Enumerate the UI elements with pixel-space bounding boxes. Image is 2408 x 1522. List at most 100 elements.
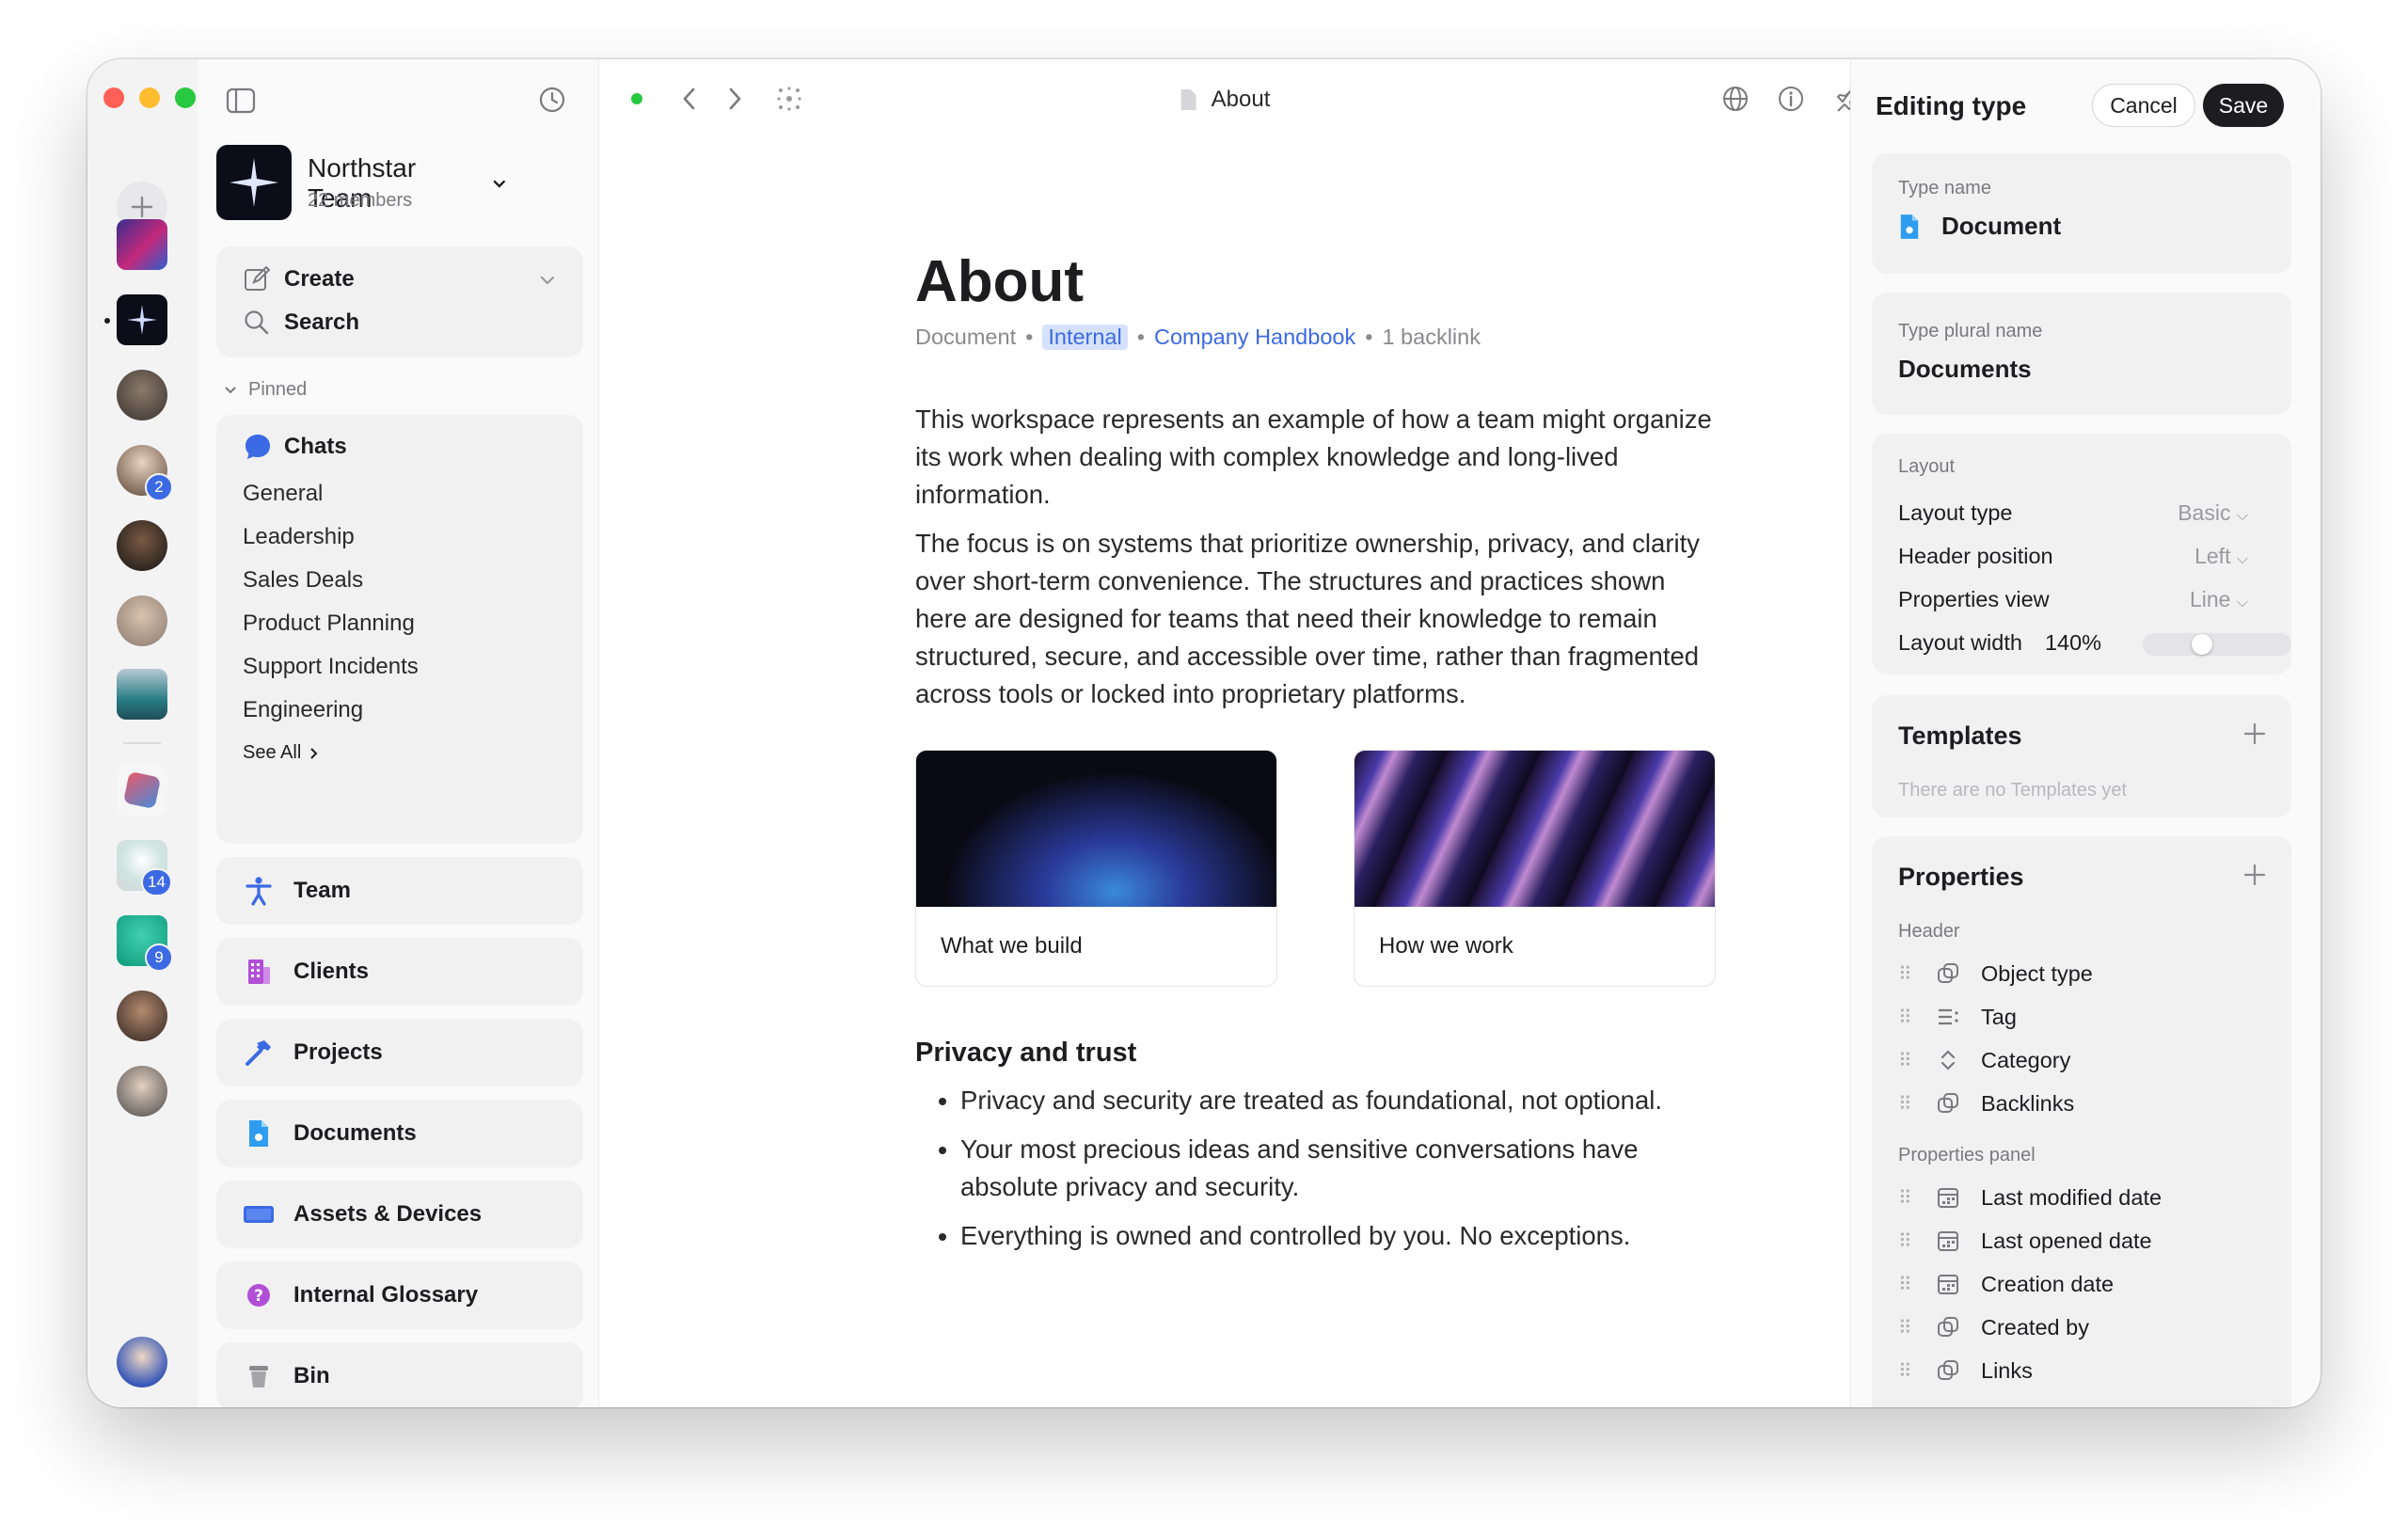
header-position-row[interactable]: Header position Left ⌵ [1898, 537, 2274, 575]
chat-item-engineering[interactable]: Engineering [243, 697, 363, 723]
header-position-select[interactable]: Left ⌵ [2194, 544, 2248, 569]
type-name-field[interactable]: Document [1898, 212, 2061, 241]
drag-handle-icon[interactable]: ⠿ [1898, 1092, 1915, 1116]
chat-item-sales-deals[interactable]: Sales Deals [243, 567, 363, 594]
properties-view-row[interactable]: Properties view Line ⌵ [1898, 580, 2274, 618]
tag-chip[interactable]: Internal [1042, 325, 1128, 350]
workspace-logo[interactable] [216, 145, 292, 220]
space-avatar[interactable]: 2 [117, 445, 173, 501]
info-button[interactable] [1777, 85, 1805, 113]
window-minimize-button[interactable] [139, 87, 160, 108]
save-button[interactable]: Save [2203, 84, 2284, 127]
space-avatar[interactable] [117, 669, 167, 720]
nav-card-team[interactable]: Team [216, 857, 583, 925]
bullet-item[interactable]: Your most precious ideas and sensitive c… [960, 1131, 1724, 1206]
chat-item-leadership[interactable]: Leadership [243, 524, 355, 550]
property-row[interactable]: ⠿ Last modified date [1898, 1179, 2274, 1216]
document-title[interactable]: About [915, 247, 1724, 317]
property-row[interactable]: ⠿ Category [1898, 1041, 2274, 1079]
property-row[interactable]: ⠿ Links [1898, 1352, 2274, 1389]
drag-handle-icon[interactable]: ⠿ [1898, 1229, 1915, 1253]
chat-item-support-incidents[interactable]: Support Incidents [243, 654, 419, 680]
type-name-card[interactable]: Type name Document [1872, 153, 2291, 274]
property-label: Created by [1981, 1314, 2089, 1340]
star-logo-icon [230, 158, 278, 207]
plural-name-card[interactable]: Type plural name Documents [1872, 293, 2291, 415]
nav-card-internal-glossary[interactable]: ? Internal Glossary [216, 1261, 583, 1329]
space-avatar[interactable] [117, 219, 167, 270]
forward-button[interactable] [725, 86, 744, 112]
chevron-down-icon[interactable] [538, 271, 557, 290]
person-icon [246, 877, 272, 906]
space-avatar[interactable] [117, 520, 167, 571]
back-button[interactable] [680, 86, 699, 112]
publish-button[interactable] [1721, 85, 1750, 113]
property-label: Last opened date [1981, 1228, 2152, 1253]
link-card-how-we-work[interactable]: How we work [1354, 750, 1716, 987]
cancel-button[interactable]: Cancel [2092, 84, 2195, 127]
layout-type-select[interactable]: Basic ⌵ [2178, 500, 2248, 526]
linked-object[interactable]: Company Handbook [1154, 325, 1355, 350]
nav-card-projects[interactable]: Projects [216, 1019, 583, 1086]
nav-card-clients[interactable]: Clients [216, 938, 583, 1006]
see-all-link[interactable]: See All [243, 742, 320, 764]
history-button[interactable] [538, 86, 566, 114]
space-avatar[interactable]: 9 [117, 915, 173, 972]
graph-button[interactable] [776, 86, 802, 112]
space-avatar[interactable] [117, 765, 167, 816]
object-type-link[interactable]: Document [915, 325, 1016, 350]
space-avatar[interactable] [117, 595, 167, 646]
chevron-left-icon [683, 87, 695, 110]
space-avatar[interactable] [117, 370, 167, 420]
bullet-item[interactable]: Everything is owned and controlled by yo… [960, 1217, 1724, 1255]
property-row[interactable]: ⠿ Object type [1898, 955, 2274, 992]
chat-item-general[interactable]: General [243, 481, 323, 507]
slider-knob[interactable] [2192, 634, 2213, 655]
space-avatar[interactable]: 14 [117, 840, 172, 896]
backlinks-count[interactable]: 1 backlink [1382, 325, 1481, 350]
window-zoom-button[interactable] [175, 87, 196, 108]
nav-card-bin[interactable]: Bin [216, 1342, 583, 1407]
properties-panel-label: Properties panel [1898, 1145, 2036, 1165]
property-row[interactable]: ⠿ Created by [1898, 1308, 2274, 1346]
unread-badge: 2 [145, 473, 173, 501]
drag-handle-icon[interactable]: ⠿ [1898, 1359, 1915, 1383]
drag-handle-icon[interactable]: ⠿ [1898, 1049, 1915, 1072]
space-avatar-northstar[interactable] [117, 294, 167, 345]
pinned-section-toggle[interactable]: Pinned [222, 379, 307, 401]
layout-width-slider[interactable] [2143, 633, 2291, 656]
drag-handle-icon[interactable]: ⠿ [1898, 1006, 1915, 1029]
plural-name-value[interactable]: Documents [1898, 355, 2032, 384]
select-icon [1941, 1050, 1956, 1070]
property-row[interactable]: ⠿ Creation date [1898, 1265, 2274, 1303]
property-label: Category [1981, 1047, 2071, 1072]
user-avatar[interactable] [117, 1337, 167, 1387]
create-button[interactable]: Create [243, 265, 355, 293]
property-row[interactable]: ⠿ Last opened date [1898, 1222, 2274, 1260]
meta-separator: • [1136, 325, 1145, 349]
window-close-button[interactable] [103, 87, 124, 108]
add-property-plus-icon[interactable] [2242, 863, 2267, 887]
drag-handle-icon[interactable]: ⠿ [1898, 1316, 1915, 1340]
search-button[interactable]: Search [243, 309, 359, 337]
layout-type-row[interactable]: Layout type Basic ⌵ [1898, 494, 2274, 531]
chat-item-product-planning[interactable]: Product Planning [243, 610, 415, 637]
property-row[interactable]: ⠿ Tag [1898, 998, 2274, 1036]
section-heading[interactable]: Privacy and trust [915, 1038, 1724, 1069]
property-row[interactable]: ⠿ Backlinks [1898, 1085, 2274, 1122]
paragraph[interactable]: This workspace represents an example of … [915, 401, 1724, 514]
drag-handle-icon[interactable]: ⠿ [1898, 962, 1915, 986]
nav-card-assets-devices[interactable]: Assets & Devices [216, 1181, 583, 1248]
chats-header[interactable]: Chats [243, 432, 347, 462]
nav-card-documents[interactable]: Documents [216, 1100, 583, 1167]
drag-handle-icon[interactable]: ⠿ [1898, 1273, 1915, 1296]
drag-handle-icon[interactable]: ⠿ [1898, 1186, 1915, 1210]
add-template-plus-icon[interactable] [2242, 721, 2267, 746]
link-card-what-we-build[interactable]: What we build [915, 750, 1277, 987]
properties-view-select[interactable]: Line ⌵ [2190, 587, 2248, 612]
toggle-sidebar-button[interactable] [226, 87, 256, 114]
bullet-item[interactable]: Privacy and security are treated as foun… [960, 1082, 1724, 1119]
space-avatar[interactable] [117, 991, 167, 1041]
paragraph[interactable]: The focus is on systems that prioritize … [915, 525, 1724, 713]
space-avatar[interactable] [117, 1066, 167, 1117]
